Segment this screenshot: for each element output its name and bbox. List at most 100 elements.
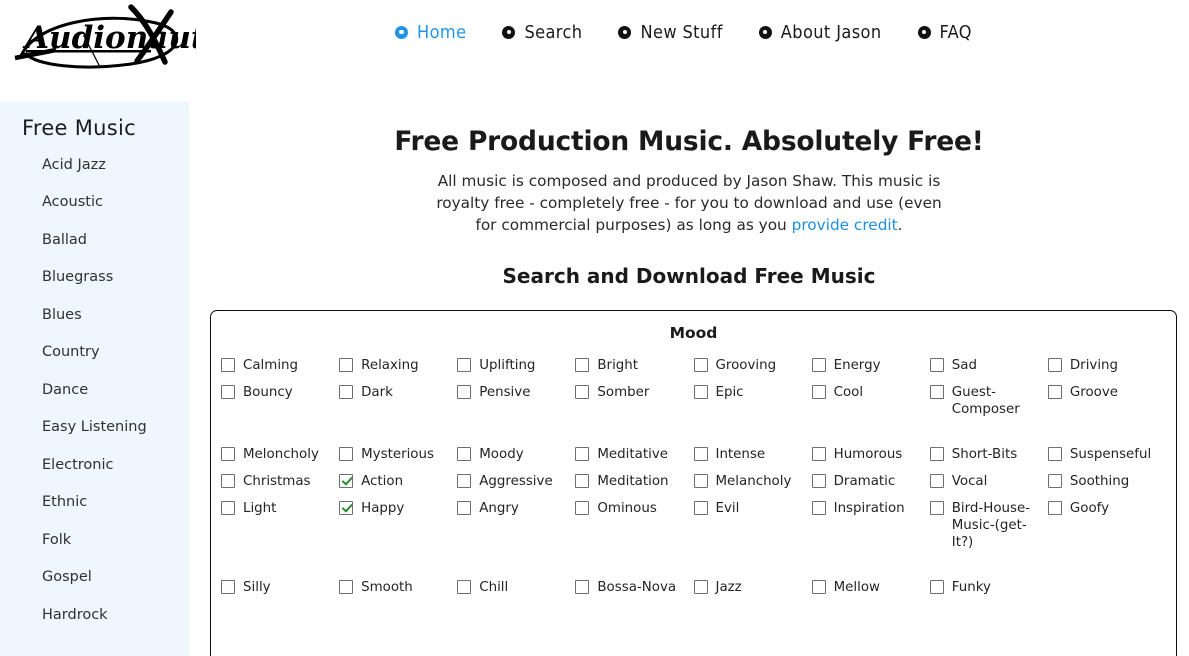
checkbox-icon[interactable] bbox=[1047, 385, 1062, 399]
mood-option-intense[interactable]: Intense bbox=[693, 446, 812, 463]
nav-item-faq[interactable]: FAQ bbox=[917, 22, 972, 43]
mood-option-moody[interactable]: Moody bbox=[457, 446, 575, 463]
mood-option-soothing[interactable]: Soothing bbox=[1047, 473, 1166, 490]
checkbox-icon[interactable] bbox=[811, 474, 826, 488]
mood-option-mysterious[interactable]: Mysterious bbox=[339, 446, 457, 463]
checkbox-icon[interactable] bbox=[575, 385, 590, 399]
nav-item-about-jason[interactable]: About Jason bbox=[758, 22, 882, 43]
mood-option-smooth[interactable]: Smooth bbox=[339, 579, 457, 596]
checkbox-icon[interactable] bbox=[929, 358, 944, 372]
sidebar-item-acoustic[interactable]: Acoustic bbox=[0, 184, 189, 222]
mood-option-calming[interactable]: Calming bbox=[221, 357, 339, 374]
sidebar-item-electronic[interactable]: Electronic bbox=[0, 446, 189, 484]
checkbox-icon[interactable] bbox=[457, 474, 472, 488]
mood-option-angry[interactable]: Angry bbox=[457, 500, 575, 551]
mood-option-mellow[interactable]: Mellow bbox=[811, 579, 930, 596]
checkbox-icon[interactable] bbox=[693, 580, 708, 594]
mood-option-ominous[interactable]: Ominous bbox=[575, 500, 693, 551]
mood-option-short-bits[interactable]: Short-Bits bbox=[929, 446, 1048, 463]
mood-option-humorous[interactable]: Humorous bbox=[811, 446, 930, 463]
sidebar-item-hardrock[interactable]: Hardrock bbox=[0, 596, 189, 634]
checkbox-icon[interactable] bbox=[693, 358, 708, 372]
checkbox-icon[interactable] bbox=[221, 580, 235, 594]
mood-option-energy[interactable]: Energy bbox=[811, 357, 930, 374]
mood-option-dark[interactable]: Dark bbox=[339, 384, 457, 418]
nav-item-search[interactable]: Search bbox=[502, 22, 582, 43]
mood-option-bossa-nova[interactable]: Bossa-Nova bbox=[575, 579, 693, 596]
sidebar-item-blues[interactable]: Blues bbox=[0, 296, 189, 334]
checkbox-icon[interactable] bbox=[457, 358, 472, 372]
checkbox-icon[interactable] bbox=[457, 385, 472, 399]
sidebar-item-folk[interactable]: Folk bbox=[0, 521, 189, 559]
checkbox-icon[interactable] bbox=[929, 447, 944, 461]
mood-option-epic[interactable]: Epic bbox=[693, 384, 812, 418]
checkbox-icon[interactable] bbox=[575, 447, 590, 461]
checkbox-icon[interactable] bbox=[1047, 501, 1062, 515]
mood-option-happy[interactable]: Happy bbox=[339, 500, 457, 551]
mood-option-grooving[interactable]: Grooving bbox=[693, 357, 812, 374]
mood-option-christmas[interactable]: Christmas bbox=[221, 473, 339, 490]
checkbox-icon[interactable] bbox=[1047, 447, 1062, 461]
checkbox-icon[interactable] bbox=[221, 501, 235, 515]
mood-option-somber[interactable]: Somber bbox=[575, 384, 693, 418]
nav-item-new-stuff[interactable]: New Stuff bbox=[618, 22, 722, 43]
checkbox-icon[interactable] bbox=[693, 385, 708, 399]
mood-option-suspenseful[interactable]: Suspenseful bbox=[1047, 446, 1166, 463]
mood-option-chill[interactable]: Chill bbox=[457, 579, 575, 596]
mood-option-funky[interactable]: Funky bbox=[929, 579, 1048, 596]
checkbox-icon[interactable] bbox=[221, 447, 235, 461]
checkbox-icon[interactable] bbox=[457, 580, 472, 594]
checkbox-icon[interactable] bbox=[1047, 358, 1062, 372]
checkbox-icon[interactable] bbox=[693, 474, 708, 488]
checkbox-icon[interactable] bbox=[693, 501, 708, 515]
sidebar-item-ethnic[interactable]: Ethnic bbox=[0, 484, 189, 522]
mood-option-meditative[interactable]: Meditative bbox=[575, 446, 693, 463]
mood-option-inspiration[interactable]: Inspiration bbox=[811, 500, 930, 551]
sidebar-item-acid-jazz[interactable]: Acid Jazz bbox=[0, 146, 189, 184]
checkbox-checked-icon[interactable] bbox=[339, 501, 354, 515]
mood-option-cool[interactable]: Cool bbox=[811, 384, 930, 418]
checkbox-icon[interactable] bbox=[929, 580, 944, 594]
checkbox-icon[interactable] bbox=[339, 580, 354, 594]
mood-option-guest-composer[interactable]: Guest-Composer bbox=[929, 384, 1048, 418]
checkbox-icon[interactable] bbox=[929, 501, 944, 515]
checkbox-icon[interactable] bbox=[811, 385, 826, 399]
mood-option-aggressive[interactable]: Aggressive bbox=[457, 473, 575, 490]
sidebar-item-easy-listening[interactable]: Easy Listening bbox=[0, 409, 189, 447]
sidebar-item-ballad[interactable]: Ballad bbox=[0, 221, 189, 259]
checkbox-icon[interactable] bbox=[457, 501, 472, 515]
checkbox-icon[interactable] bbox=[811, 358, 826, 372]
nav-item-home[interactable]: Home bbox=[395, 22, 466, 43]
checkbox-icon[interactable] bbox=[929, 385, 944, 399]
checkbox-icon[interactable] bbox=[457, 447, 472, 461]
checkbox-icon[interactable] bbox=[339, 447, 354, 461]
checkbox-icon[interactable] bbox=[339, 358, 354, 372]
checkbox-icon[interactable] bbox=[811, 501, 826, 515]
mood-option-action[interactable]: Action bbox=[339, 473, 457, 490]
mood-option-goofy[interactable]: Goofy bbox=[1047, 500, 1166, 551]
checkbox-icon[interactable] bbox=[811, 447, 826, 461]
checkbox-icon[interactable] bbox=[693, 447, 708, 461]
provide-credit-link[interactable]: provide credit bbox=[792, 216, 898, 234]
mood-option-jazz[interactable]: Jazz bbox=[693, 579, 812, 596]
mood-option-relaxing[interactable]: Relaxing bbox=[339, 357, 457, 374]
checkbox-checked-icon[interactable] bbox=[339, 474, 354, 488]
checkbox-icon[interactable] bbox=[575, 358, 590, 372]
mood-option-bright[interactable]: Bright bbox=[575, 357, 693, 374]
checkbox-icon[interactable] bbox=[339, 385, 354, 399]
mood-option-light[interactable]: Light bbox=[221, 500, 339, 551]
sidebar-item-dance[interactable]: Dance bbox=[0, 371, 189, 409]
checkbox-icon[interactable] bbox=[575, 580, 590, 594]
checkbox-icon[interactable] bbox=[221, 385, 235, 399]
audionautix-logo[interactable]: Audionauti Audionautix bbox=[6, 2, 217, 72]
mood-option-driving[interactable]: Driving bbox=[1047, 357, 1166, 374]
checkbox-icon[interactable] bbox=[221, 474, 235, 488]
sidebar-item-gospel[interactable]: Gospel bbox=[0, 559, 189, 597]
sidebar-item-country[interactable]: Country bbox=[0, 334, 189, 372]
mood-option-meloncholy[interactable]: Meloncholy bbox=[221, 446, 339, 463]
checkbox-icon[interactable] bbox=[1047, 474, 1062, 488]
mood-option-bouncy[interactable]: Bouncy bbox=[221, 384, 339, 418]
mood-option-uplifting[interactable]: Uplifting bbox=[457, 357, 575, 374]
checkbox-icon[interactable] bbox=[221, 358, 235, 372]
mood-option-sad[interactable]: Sad bbox=[929, 357, 1048, 374]
